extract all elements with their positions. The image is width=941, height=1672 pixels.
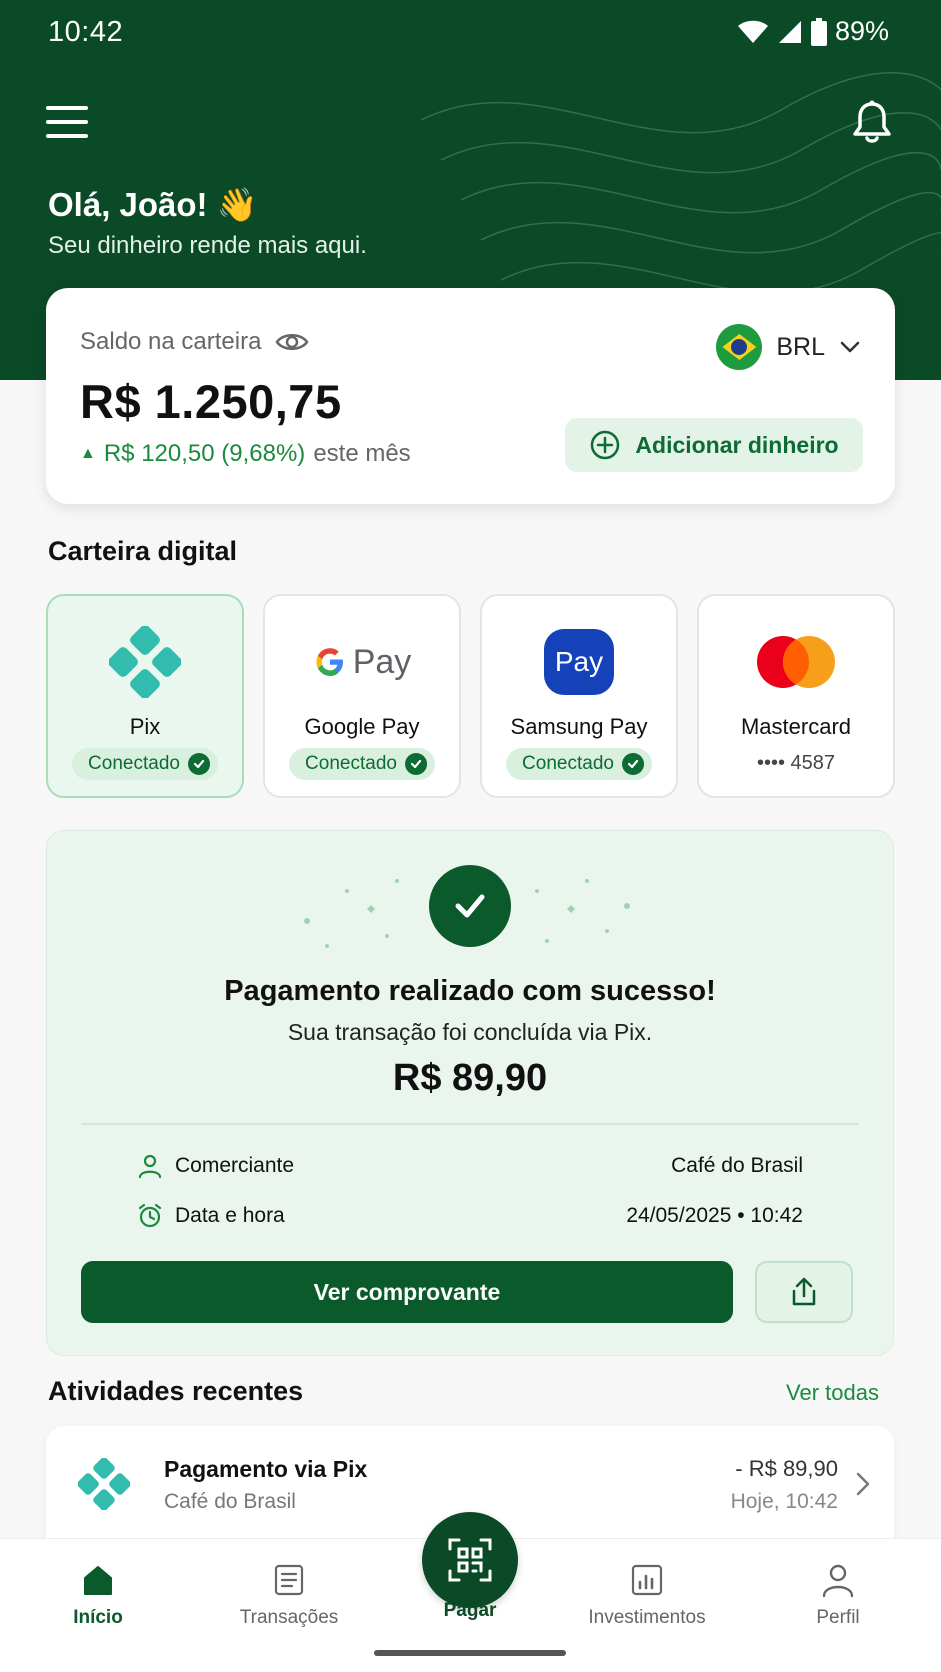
see-all-link[interactable]: Ver todas (786, 1380, 879, 1406)
datetime-value: 24/05/2025 • 10:42 (626, 1204, 803, 1227)
merchant-value: Café do Brasil (671, 1154, 803, 1177)
share-button[interactable] (755, 1261, 853, 1323)
battery-percent: 89% (834, 16, 889, 46)
nav-profile[interactable]: Perfil (763, 1559, 913, 1629)
bell-icon[interactable] (851, 100, 893, 146)
success-check-icon (429, 865, 511, 947)
recent-section-title: Atividades recentes (48, 1376, 304, 1406)
trend-up-icon: ▲ (80, 445, 96, 462)
activity-time: Hoje, 10:42 (730, 1490, 838, 1513)
plus-circle-icon (591, 430, 620, 460)
check-icon (187, 753, 210, 775)
wallet-section-title: Carteira digital (48, 536, 238, 566)
balance-change-suffix: este mês (313, 440, 411, 467)
connected-label: Conectado (88, 753, 180, 774)
add-money-label: Adicionar dinheiro (635, 431, 839, 458)
qr-scan-icon (448, 1538, 492, 1582)
chevron-right-icon (856, 1472, 870, 1496)
divider (81, 1123, 859, 1125)
add-money-button[interactable]: Adicionar dinheiro (565, 418, 863, 472)
nav-label: Transações (239, 1607, 339, 1628)
battery-icon (810, 17, 827, 46)
activity-title: Pagamento via Pix (164, 1456, 368, 1482)
connected-badge: Conectado (506, 748, 652, 780)
balance-change: ▲ R$ 120,50 (9,68%) este mês (80, 440, 411, 468)
merchant-label: Comerciante (175, 1154, 295, 1177)
eye-icon[interactable] (275, 331, 309, 353)
user-icon (822, 1564, 854, 1598)
datetime-row: Data e hora 24/05/2025 • 10:42 (137, 1199, 803, 1233)
balance-amount: R$ 1.250,75 (80, 375, 342, 428)
share-icon (792, 1277, 816, 1306)
nav-pay-label: Pagar (443, 1600, 497, 1621)
brazil-flag-icon (716, 324, 763, 370)
nav-label: Perfil (816, 1607, 860, 1628)
check-icon (404, 753, 427, 775)
menu-icon[interactable] (46, 106, 88, 140)
wallet-tile-name: Samsung Pay (510, 714, 648, 739)
signal-icon (778, 20, 801, 43)
balance-card: Saldo na carteira R$ 1.250,75 ▲ R$ 120,5… (46, 288, 895, 504)
nav-label: Investimentos (588, 1607, 706, 1628)
activity-subtitle: Café do Brasil (164, 1490, 296, 1513)
connected-badge: Conectado (72, 748, 218, 780)
wallet-tile-name: Pix (129, 714, 161, 739)
connected-label: Conectado (305, 753, 397, 774)
nav-investments[interactable]: Investimentos (572, 1559, 722, 1629)
google-pay-logo-text: Pay (352, 642, 412, 681)
wallet-tile-name: Mastercard (740, 714, 852, 739)
merchant-row: Comerciante Café do Brasil (137, 1149, 803, 1183)
home-indicator (374, 1650, 566, 1656)
home-icon (84, 1566, 112, 1595)
status-bar: 10:42 89% (0, 0, 941, 66)
balance-label-row: Saldo na carteira (80, 328, 309, 356)
pix-logo-icon (78, 1458, 130, 1510)
success-subtitle: Sua transação foi concluída via Pix. (287, 1019, 653, 1045)
samsung-pay-logo-icon: Pay (544, 629, 614, 695)
mastercard-logo-icon (757, 636, 835, 688)
wallet-tile-samsung-pay[interactable]: Pay Samsung Pay Conectado (480, 594, 678, 798)
activity-amount: - R$ 89,90 (735, 1456, 838, 1481)
chevron-down-icon (840, 341, 860, 353)
currency-code: BRL (776, 332, 825, 361)
balance-label: Saldo na carteira (80, 328, 262, 355)
card-number: •••• 4587 (756, 752, 836, 774)
nav-pay-button[interactable] (422, 1512, 518, 1608)
nav-transactions[interactable]: Transações (214, 1559, 364, 1629)
view-receipt-button[interactable]: Ver comprovante (81, 1261, 733, 1323)
success-title: Pagamento realizado com sucesso! (224, 975, 716, 1007)
wallet-tile-google-pay[interactable]: Pay Google Pay Conectado (263, 594, 461, 798)
merchant-icon (138, 1154, 162, 1179)
bar-chart-icon (631, 1564, 663, 1596)
google-g-icon (316, 648, 343, 676)
nav-label: Início (73, 1607, 123, 1628)
pix-logo-icon (109, 626, 181, 698)
success-amount: R$ 89,90 (392, 1057, 548, 1099)
payment-success-panel: Pagamento realizado com sucesso! Sua tra… (46, 830, 894, 1356)
connected-label: Conectado (522, 753, 614, 774)
datetime-label: Data e hora (175, 1204, 285, 1227)
wallet-tile-mastercard[interactable]: Mastercard •••• 4587 (697, 594, 895, 798)
connected-badge: Conectado (289, 748, 435, 780)
balance-change-value: R$ 120,50 (9,68%) (103, 440, 306, 467)
check-icon (621, 753, 644, 775)
greeting-title: Olá, João! 👋 (48, 186, 258, 223)
status-time: 10:42 (48, 16, 124, 48)
nav-home[interactable]: Início (23, 1559, 173, 1629)
greeting-subtitle: Seu dinheiro rende mais aqui. (48, 232, 367, 259)
currency-selector[interactable]: BRL (716, 324, 861, 370)
status-indicators: 89% (737, 16, 889, 47)
wallet-tile-name: Google Pay (304, 714, 420, 739)
wifi-icon (737, 20, 768, 43)
alarm-clock-icon (138, 1203, 162, 1228)
document-list-icon (274, 1564, 304, 1596)
wallet-tiles: Pix Conectado Pay Google Pay Conectado P… (46, 594, 896, 798)
google-pay-logo-icon: Pay (265, 624, 459, 700)
wallet-tile-pix[interactable]: Pix Conectado (46, 594, 244, 798)
